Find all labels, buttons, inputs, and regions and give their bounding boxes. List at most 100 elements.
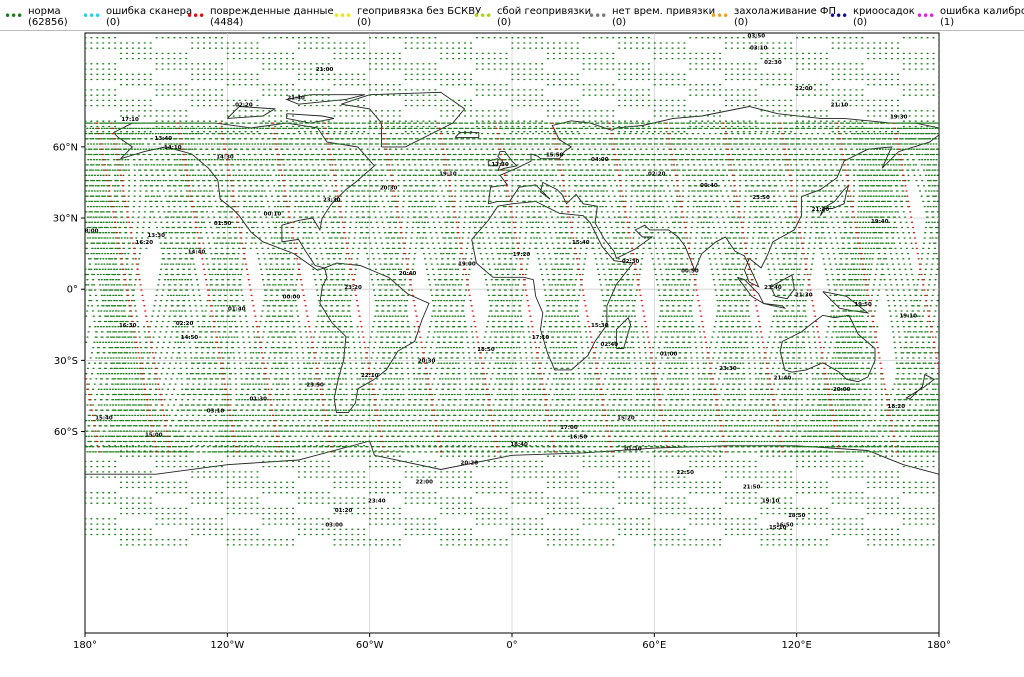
y-tick-label: 30°N xyxy=(53,214,78,225)
swath-time-label: 18:00 xyxy=(81,228,99,234)
legend-marker-icon: ••• xyxy=(333,9,352,23)
swath-time-label: 15:40 xyxy=(572,240,590,246)
swath-time-label: 20:00 xyxy=(833,387,851,393)
swath-time-label: 15:10 xyxy=(769,525,787,531)
legend-label: геопривязка без БСКВУ xyxy=(357,6,482,17)
swath-time-label: 03:50 xyxy=(748,34,766,40)
legend-label: ошибка калибровки xyxy=(940,6,1024,17)
swath-time-label: 21:10 xyxy=(831,103,849,109)
legend-count: (62856) xyxy=(28,17,68,28)
swath-time-label: 18:40 xyxy=(510,442,528,448)
swath-time-label: 16:30 xyxy=(119,323,137,329)
legend-count: (0) xyxy=(106,17,121,28)
legend-marker-icon: ••• xyxy=(4,9,23,23)
swath-time-label: 02:20 xyxy=(235,103,253,109)
swath-time-label: 18:50 xyxy=(788,513,806,519)
swath-time-label: 19:50 xyxy=(854,302,872,308)
swath-time-label: 23:40 xyxy=(368,499,386,505)
swath-time-label: 17:20 xyxy=(513,252,531,258)
swath-time-label: 19:10 xyxy=(899,314,917,320)
swath-time-label: 22:00 xyxy=(415,480,433,486)
swath-time-label: 18:20 xyxy=(888,404,906,410)
legend-count: (0) xyxy=(734,17,749,28)
x-tick-label: 60°W xyxy=(356,640,384,651)
swath-time-label: 14:10 xyxy=(164,145,182,151)
swath-time-label: 20:20 xyxy=(461,461,479,467)
swath-time-label: 21:50 xyxy=(743,485,761,491)
swath-time-label: 01:30 xyxy=(249,397,267,403)
swath-time-label: 23:50 xyxy=(306,383,324,389)
swath-time-label: 21:00 xyxy=(316,67,334,73)
x-tick-label: 60°E xyxy=(642,640,666,651)
legend-marker-icon: ••• xyxy=(473,9,492,23)
swath-time-label: 23:30 xyxy=(719,366,737,372)
swath-time-label: 03:10 xyxy=(207,409,225,415)
swath-time-label: 15:50 xyxy=(546,152,564,158)
swath-time-label: 21:40 xyxy=(287,95,305,101)
swath-time-label: 04:00 xyxy=(591,157,609,163)
swath-time-label: 00:50 xyxy=(681,269,699,275)
x-tick-label: 0° xyxy=(506,640,517,651)
swath-time-label: 01:00 xyxy=(660,352,678,358)
y-tick-label: 0° xyxy=(67,285,78,296)
swath-time-label: 15:00 xyxy=(145,432,163,438)
legend-label: нет врем. привязки xyxy=(612,6,716,17)
swath-time-label: 17:30 xyxy=(491,162,509,168)
x-tick-label: 120°E xyxy=(781,640,811,651)
swath-time-label: 03:00 xyxy=(325,522,343,528)
legend-count: (1) xyxy=(940,17,955,28)
swath-time-label: 15:40 xyxy=(95,416,113,422)
legend-count: (4484) xyxy=(210,17,244,28)
swath-time-label: 21:30 xyxy=(795,292,813,298)
legend-count: (0) xyxy=(612,17,627,28)
swath-time-label: 21:40 xyxy=(774,375,792,381)
swath-time-label: 20:40 xyxy=(399,271,417,277)
swath-time-label: 23:40 xyxy=(764,285,782,291)
legend-count: (0) xyxy=(497,17,512,28)
swath-time-label: 15:20 xyxy=(617,416,635,422)
swath-time-label: 19:10 xyxy=(439,171,457,177)
legend-marker-icon: ••• xyxy=(588,9,607,23)
swath-time-label: 19:30 xyxy=(890,114,908,120)
swath-time-label: 02:20 xyxy=(648,171,666,177)
x-tick-label: 180° xyxy=(927,640,951,651)
legend-label: криоосадок xyxy=(853,6,915,17)
swath-time-label: 02:30 xyxy=(622,259,640,265)
swath-time-label: 02:20 xyxy=(176,321,194,327)
swath-time-label: 13:40 xyxy=(155,136,173,142)
legend-marker-icon: ••• xyxy=(186,9,205,23)
swath-time-label: 18:50 xyxy=(477,347,495,353)
swath-time-label: 01:50 xyxy=(214,221,232,227)
swath-time-label: 17:00 xyxy=(560,425,578,431)
swath-time-label: 00:00 xyxy=(283,295,301,301)
swath-time-label: 22:50 xyxy=(676,470,694,476)
legend: ••• норма (62856) ••• ошибка сканера (0) ••• по… xyxy=(0,0,1024,31)
x-tick-label: 120°W xyxy=(210,640,244,651)
swath-time-label: 00:40 xyxy=(700,183,718,189)
swath-time-label: 19:00 xyxy=(458,262,476,268)
swath-time-label: 15:30 xyxy=(591,323,609,329)
y-tick-label: 60°S xyxy=(54,427,78,438)
legend-label: поврежденные данные xyxy=(210,6,334,17)
swath-time-label: 02:30 xyxy=(764,60,782,66)
swath-time-label: 13:30 xyxy=(147,233,165,239)
swath-time-label: 14:40 xyxy=(188,250,206,256)
swath-time-label: 20:30 xyxy=(380,186,398,192)
legend-label: ошибка сканера xyxy=(106,6,193,17)
swath-time-label: 17:10 xyxy=(121,117,139,123)
swath-time-label: 14:30 xyxy=(216,155,234,161)
swath-time-label: 01:40 xyxy=(228,307,246,313)
swath-time-label: 03:10 xyxy=(750,46,768,52)
y-tick-label: 30°S xyxy=(54,356,78,367)
legend-marker-icon: ••• xyxy=(710,9,729,23)
legend-marker-icon: ••• xyxy=(82,9,101,23)
swath-time-label: 02:40 xyxy=(601,342,619,348)
legend-marker-icon: ••• xyxy=(916,9,935,23)
swath-time-label: 14:50 xyxy=(181,335,199,341)
x-tick-label: 180° xyxy=(73,640,97,651)
swath-time-label: 01:20 xyxy=(335,508,353,514)
y-tick-label: 60°N xyxy=(53,142,78,153)
legend-count: (0) xyxy=(853,17,868,28)
swath-time-label: 16:20 xyxy=(136,240,154,246)
swath-time-label: 23:30 xyxy=(323,197,341,203)
